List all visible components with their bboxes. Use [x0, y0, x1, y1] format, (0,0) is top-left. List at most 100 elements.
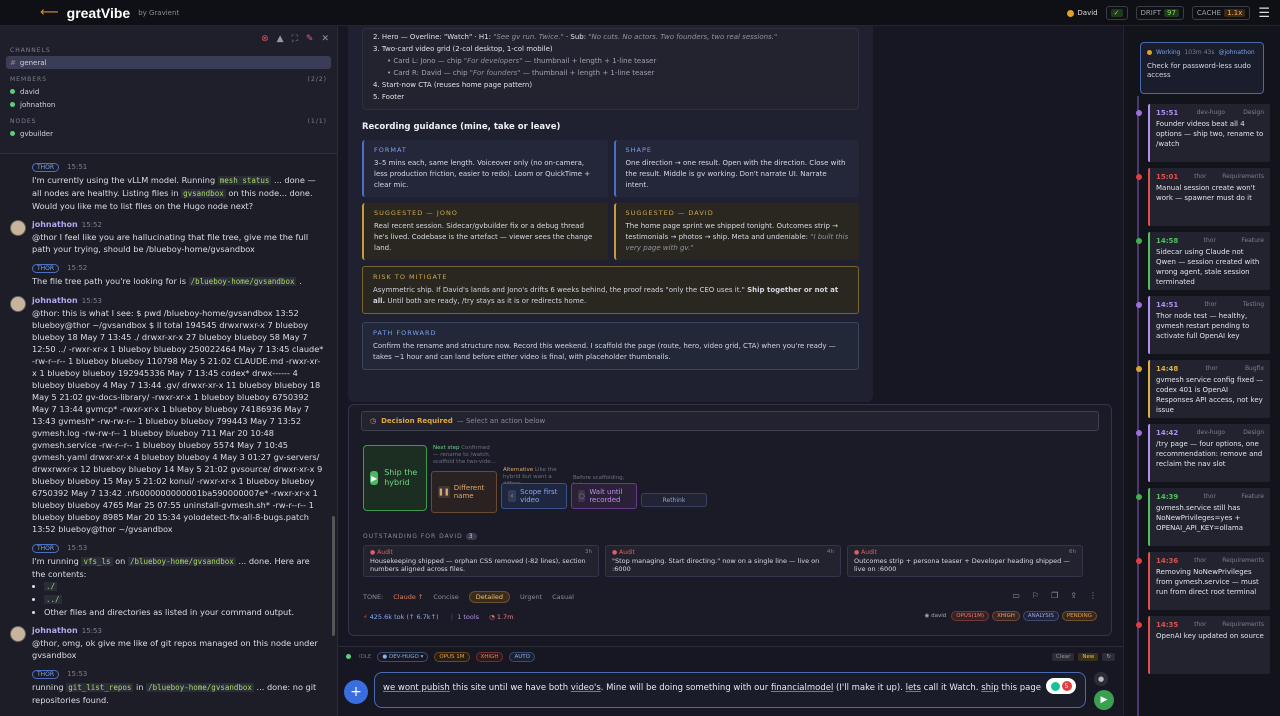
send-button[interactable]: ▶: [1094, 690, 1114, 710]
timeline-event[interactable]: 14:48 thor Bugfix gvmesh service config fix…: [1136, 360, 1270, 418]
new-button[interactable]: New: [1078, 652, 1099, 661]
hamburger-menu-icon[interactable]: ☰: [1258, 6, 1270, 21]
expand-icon[interactable]: ⛶: [292, 34, 298, 44]
members-header[interactable]: MEMBERS (2/2): [0, 73, 337, 85]
warning-icon[interactable]: ▲: [277, 34, 284, 44]
model-chip: OPUS(1M): [951, 611, 989, 621]
tools-stat: ⋮ 1 tools: [448, 613, 480, 621]
comment-icon[interactable]: ▭: [1012, 591, 1020, 600]
audit-card[interactable]: ● Audit 6h Outcomes strip + persona teaser…: [847, 545, 1083, 577]
thor-badge: THOR: [32, 264, 60, 273]
sidebar-toolbar: ⊗ ▲ ⛶ ✎ ✕: [261, 34, 329, 44]
idle-indicator: IDLE: [346, 654, 371, 660]
path-forward-card: PATH FORWARD Confirm the rename and struc…: [362, 322, 859, 370]
event-time: 14:48: [1156, 365, 1179, 373]
node-gvbuilder[interactable]: gvbuilder: [0, 127, 337, 140]
user-menu[interactable]: David: [1067, 9, 1098, 17]
member-johnathon[interactable]: johnathon: [0, 98, 337, 111]
tone-model[interactable]: Claude ↑: [393, 593, 423, 601]
timeline-event[interactable]: 15:51 dev-hugo Design Founder videos beat a…: [1136, 104, 1270, 162]
logo-icon: ⟵: [40, 5, 59, 20]
audit-card[interactable]: ● Audit 3h Housekeeping shipped — orphan C…: [363, 545, 599, 577]
add-attachment-button[interactable]: +: [344, 680, 368, 704]
scope-first-video-option[interactable]: ‹ Scope first video: [501, 483, 567, 509]
timeline-event[interactable]: 15:01 thor Requirements Manual session crea…: [1136, 168, 1270, 226]
wait-until-recorded-option[interactable]: ◌ Wait until recorded: [571, 483, 637, 509]
share-icon[interactable]: ⇪: [1070, 591, 1077, 600]
tone-detailed[interactable]: Detailed: [468, 591, 511, 603]
channel-general[interactable]: # general: [6, 56, 331, 69]
tokens-stat: ⚡ 425.6k tok (↑ 6.7k↑): [363, 613, 439, 621]
avatar[interactable]: [10, 626, 26, 642]
event-body: gvmesh.service still has NoNewPrivileges…: [1156, 504, 1244, 532]
drift-label: DRIFT: [1140, 9, 1162, 17]
working-user: @johnathon: [1218, 49, 1255, 56]
message-time: 15:52: [67, 264, 88, 272]
tone-casual[interactable]: Casual: [552, 593, 574, 601]
message-author[interactable]: johnathon: [32, 220, 78, 229]
pin-icon[interactable]: ✎: [306, 34, 314, 44]
chat-message: THOR 15:53 running git_list_repos in /blu…: [10, 669, 324, 706]
ship-hybrid-option[interactable]: ▶ Ship the hybrid: [363, 445, 427, 511]
event-dot: [1136, 494, 1142, 500]
shape-card: SHAPE One direction → one result. Open wi…: [613, 140, 859, 197]
members-label: MEMBERS: [10, 75, 48, 83]
check-badge[interactable]: ✓: [1105, 6, 1128, 20]
chat-icon[interactable]: ●: [1094, 672, 1108, 686]
grammar-checker[interactable]: 5: [1046, 678, 1076, 694]
next-step-note: Next step Confirmed — rename to /watch, …: [433, 445, 496, 465]
refresh-icon[interactable]: ↻: [1102, 652, 1115, 661]
close-icon[interactable]: ✕: [321, 34, 329, 44]
mode-chip[interactable]: AUTO: [509, 651, 535, 662]
event-body: /try page — four options, one recommenda…: [1156, 440, 1263, 468]
timeline-event[interactable]: 14:39 thor Feature gvmesh.service still has…: [1136, 488, 1270, 546]
message-time: 15:53: [67, 544, 88, 552]
event-body: Removing NoNewPrivileges from gvmesh.ser…: [1156, 568, 1259, 596]
member-david[interactable]: david: [0, 85, 337, 98]
different-name-option[interactable]: ❚❚ Different name: [431, 471, 497, 513]
chat-scrollbar[interactable]: [332, 516, 335, 636]
avatar[interactable]: [10, 220, 26, 236]
decision-header: ◷ Decision Required — Select an action bel…: [361, 411, 1099, 431]
tone-concise[interactable]: Concise: [433, 593, 458, 601]
timeline-event[interactable]: 14:42 dev-hugo Design/try page — four opti…: [1136, 424, 1270, 482]
event-time: 14:58: [1156, 237, 1179, 245]
event-body: Manual session create won't work — spawn…: [1156, 184, 1256, 202]
message-author[interactable]: johnathon: [32, 626, 78, 635]
working-card[interactable]: Working 103m 43s @johnathon Check for pass…: [1140, 42, 1264, 94]
cache-badge[interactable]: CACHE 1.1x: [1191, 6, 1251, 20]
app-by: by Gravient: [138, 8, 180, 17]
model-chip[interactable]: OPUS 1M: [434, 651, 470, 662]
audit-card[interactable]: ● Audit 4h "Stop managing. Start directing…: [605, 545, 841, 577]
timeline-event[interactable]: 14:51 thor Testing Thor node test — healthy…: [1136, 296, 1270, 354]
rethink-option[interactable]: Rethink: [641, 493, 707, 507]
bookmark-icon[interactable]: ⚐: [1032, 591, 1039, 600]
message-author[interactable]: johnathon: [32, 296, 78, 305]
message-input[interactable]: we wont pubish this site until we have b…: [374, 672, 1086, 708]
event-tag: Design: [1243, 429, 1264, 436]
tone-urgent[interactable]: Urgent: [520, 593, 542, 601]
node-chip[interactable]: ● DEV-HUGO ▾: [377, 651, 429, 662]
event-time: 14:36: [1156, 557, 1179, 565]
more-icon[interactable]: ⋮: [1089, 591, 1097, 600]
clear-button[interactable]: Clear: [1052, 652, 1075, 661]
avatar[interactable]: [10, 296, 26, 312]
effort-chip[interactable]: XHIGH: [475, 651, 504, 662]
event-node: thor: [1204, 301, 1217, 308]
brand[interactable]: ⟵ greatVibe by Gravient: [40, 5, 179, 21]
option-label: Scope first video: [520, 488, 558, 504]
channels-header[interactable]: CHANNELS: [0, 44, 337, 56]
chat-feed[interactable]: THOR 15:51 I'm currently using the vLLM m…: [0, 154, 338, 716]
timeline-event[interactable]: 14:35 thor Requirements OpenAI key updated …: [1136, 616, 1270, 674]
online-dot: [10, 102, 15, 107]
copy-icon[interactable]: ❐: [1051, 591, 1058, 600]
channel-label: general: [19, 58, 47, 67]
top-bar: ⟵ greatVibe by Gravient David ✓ DRIFT 97 …: [0, 0, 1280, 26]
timeline-event[interactable]: 14:58 thor Feature Sidecar using Claude not…: [1136, 232, 1270, 290]
drift-badge[interactable]: DRIFT 97: [1135, 6, 1184, 20]
message-time: 15:53: [81, 297, 102, 305]
online-dot: [10, 131, 15, 136]
nodes-header[interactable]: NODES (1/1): [0, 115, 337, 127]
error-icon[interactable]: ⊗: [261, 34, 269, 44]
timeline-event[interactable]: 14:36 thor Requirements Removing NoNewPrivi…: [1136, 552, 1270, 610]
